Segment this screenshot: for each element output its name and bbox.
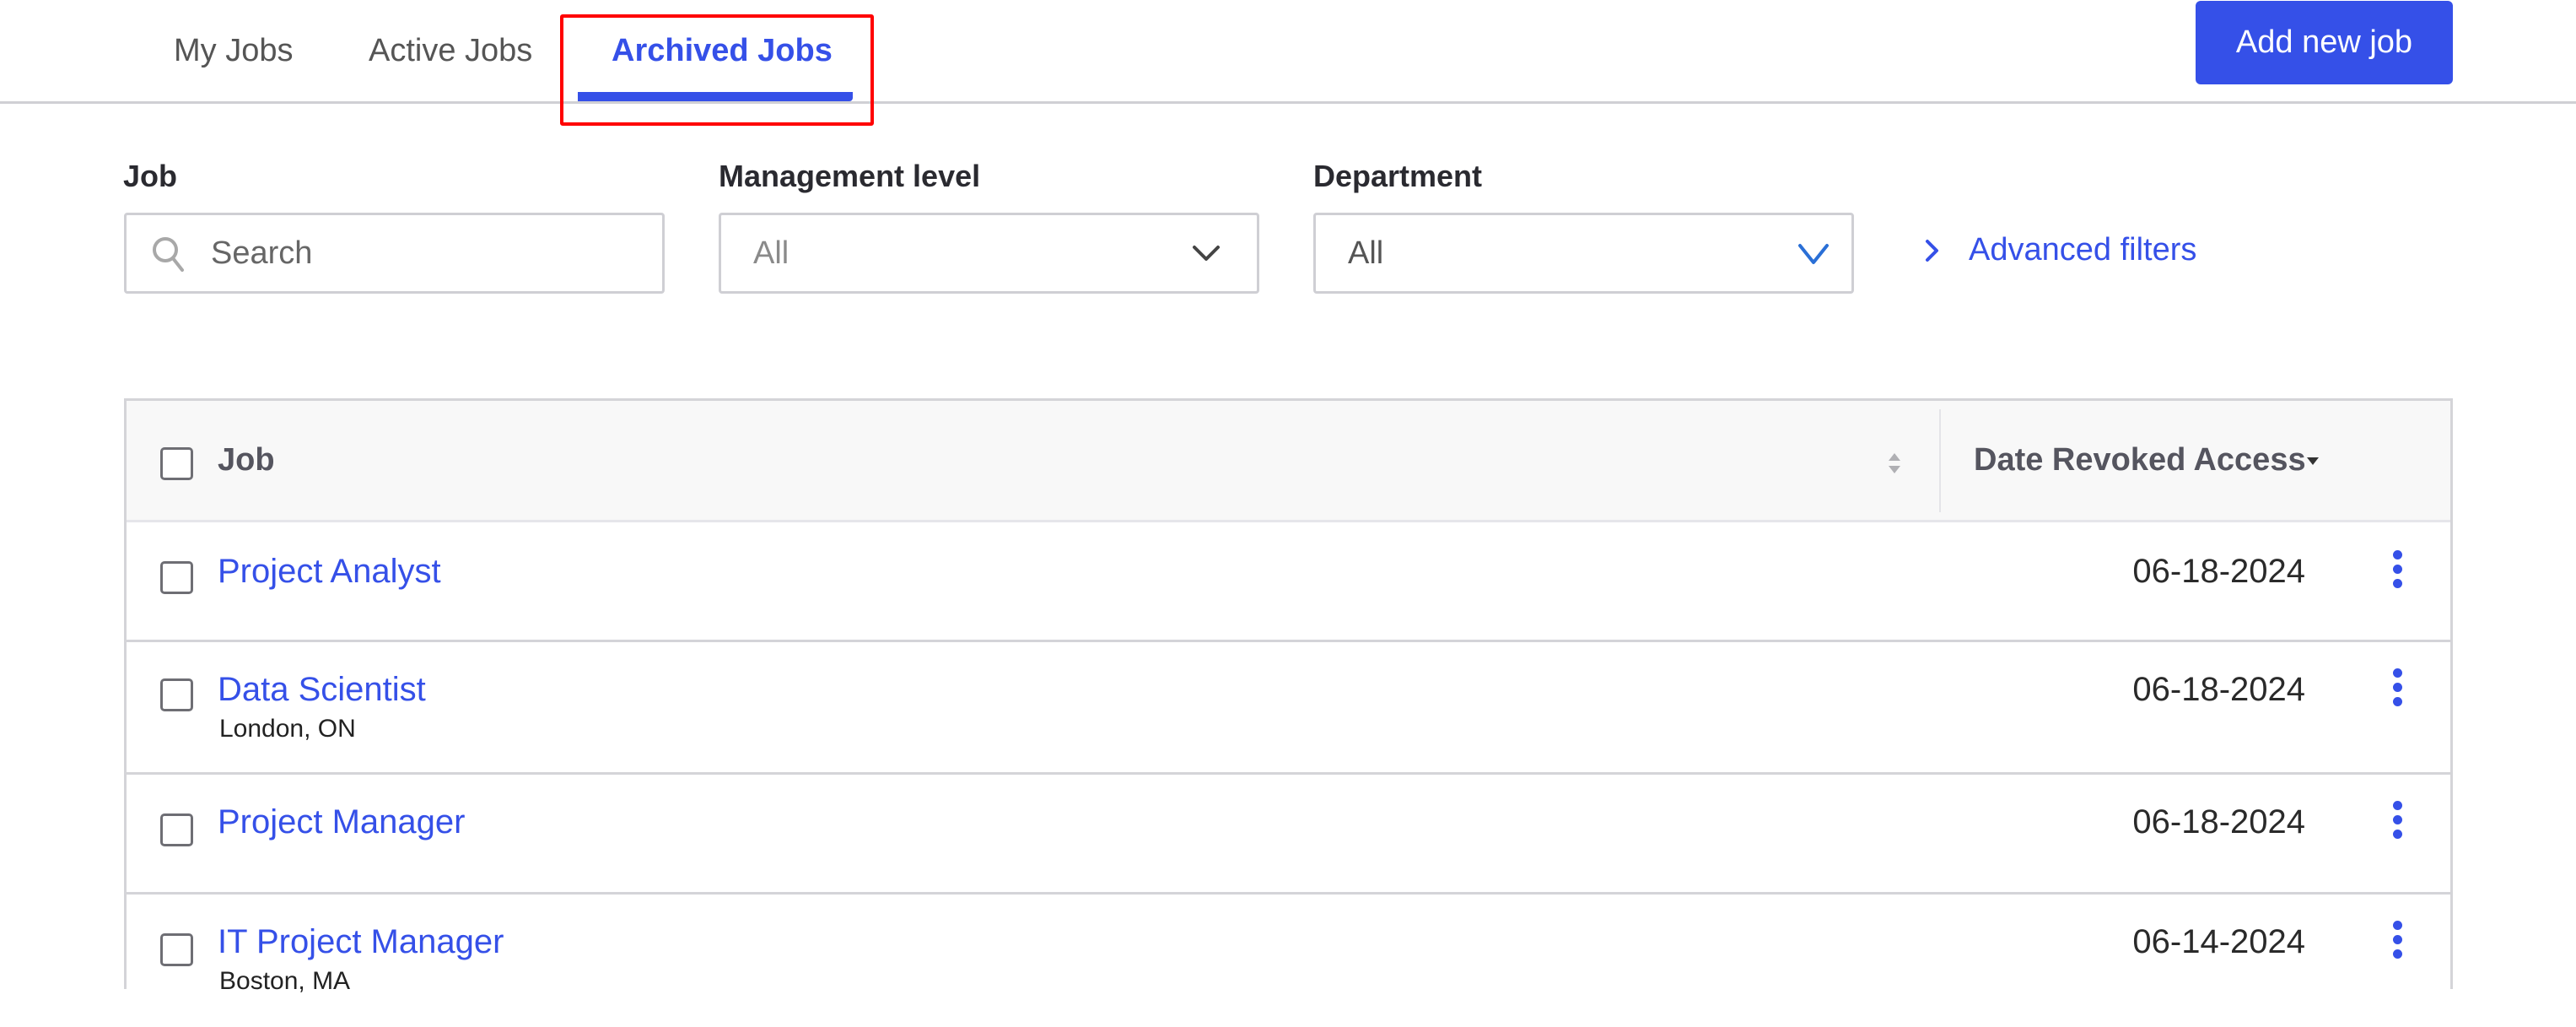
search-icon bbox=[153, 237, 184, 272]
table-row: Project Analyst 06-18-2024 bbox=[127, 522, 2450, 642]
job-location: London, ON bbox=[219, 715, 356, 743]
sort-descending-icon[interactable] bbox=[2305, 456, 2320, 466]
advanced-filters-label: Advanced filters bbox=[1969, 232, 2197, 268]
sort-icon[interactable] bbox=[1886, 451, 1903, 475]
header-divider bbox=[0, 101, 2576, 104]
row-checkbox[interactable] bbox=[160, 813, 193, 846]
tab-archived-jobs[interactable]: Archived Jobs bbox=[612, 25, 833, 76]
tab-my-jobs[interactable]: My Jobs bbox=[174, 25, 293, 76]
table-row: Data Scientist London, ON 06-18-2024 bbox=[127, 642, 2450, 775]
row-checkbox[interactable] bbox=[160, 561, 193, 594]
active-tab-indicator bbox=[578, 92, 853, 101]
job-location: Boston, MA bbox=[219, 967, 351, 995]
table-row: Project Manager 06-18-2024 bbox=[127, 775, 2450, 895]
row-checkbox[interactable] bbox=[160, 678, 193, 711]
search-placeholder: Search bbox=[211, 235, 313, 271]
column-divider bbox=[1939, 409, 1941, 512]
date-revoked: 06-14-2024 bbox=[2132, 923, 2305, 960]
department-value: All bbox=[1348, 235, 1384, 271]
date-revoked: 06-18-2024 bbox=[2132, 803, 2305, 841]
job-title-link[interactable]: IT Project Manager bbox=[218, 918, 504, 965]
job-title-link[interactable]: Project Analyst bbox=[218, 548, 441, 595]
management-level-label: Management level bbox=[719, 159, 981, 193]
management-level-select[interactable]: All bbox=[719, 213, 1259, 294]
table-row: IT Project Manager Boston, MA 06-14-2024 bbox=[127, 895, 2450, 1027]
more-options-icon[interactable] bbox=[2385, 921, 2411, 963]
archived-jobs-table: Job Date Revoked Access Project Analyst … bbox=[124, 398, 2453, 1027]
more-options-icon[interactable] bbox=[2385, 668, 2411, 711]
department-select[interactable]: All bbox=[1313, 213, 1854, 294]
row-checkbox[interactable] bbox=[160, 933, 193, 966]
add-new-job-button[interactable]: Add new job bbox=[2196, 1, 2453, 84]
table-header: Job Date Revoked Access bbox=[127, 401, 2450, 522]
department-label: Department bbox=[1313, 159, 1483, 193]
chevron-down-icon bbox=[1193, 246, 1220, 261]
date-revoked: 06-18-2024 bbox=[2132, 671, 2305, 708]
more-options-icon[interactable] bbox=[2385, 801, 2411, 843]
job-search-input[interactable]: Search bbox=[124, 213, 665, 294]
chevron-down-icon bbox=[1798, 244, 1829, 264]
chevron-right-icon bbox=[1926, 240, 1938, 262]
job-title-link[interactable]: Project Manager bbox=[218, 798, 465, 846]
tab-active-jobs[interactable]: Active Jobs bbox=[369, 25, 532, 76]
date-revoked: 06-18-2024 bbox=[2132, 553, 2305, 590]
column-header-job[interactable]: Job bbox=[218, 435, 275, 485]
more-options-icon[interactable] bbox=[2385, 550, 2411, 592]
select-all-checkbox[interactable] bbox=[160, 447, 193, 480]
job-filter-label: Job bbox=[123, 159, 178, 193]
management-level-value: All bbox=[753, 235, 790, 271]
job-title-link[interactable]: Data Scientist bbox=[218, 666, 426, 713]
column-header-date-revoked-access[interactable]: Date Revoked Access bbox=[1974, 435, 2306, 485]
